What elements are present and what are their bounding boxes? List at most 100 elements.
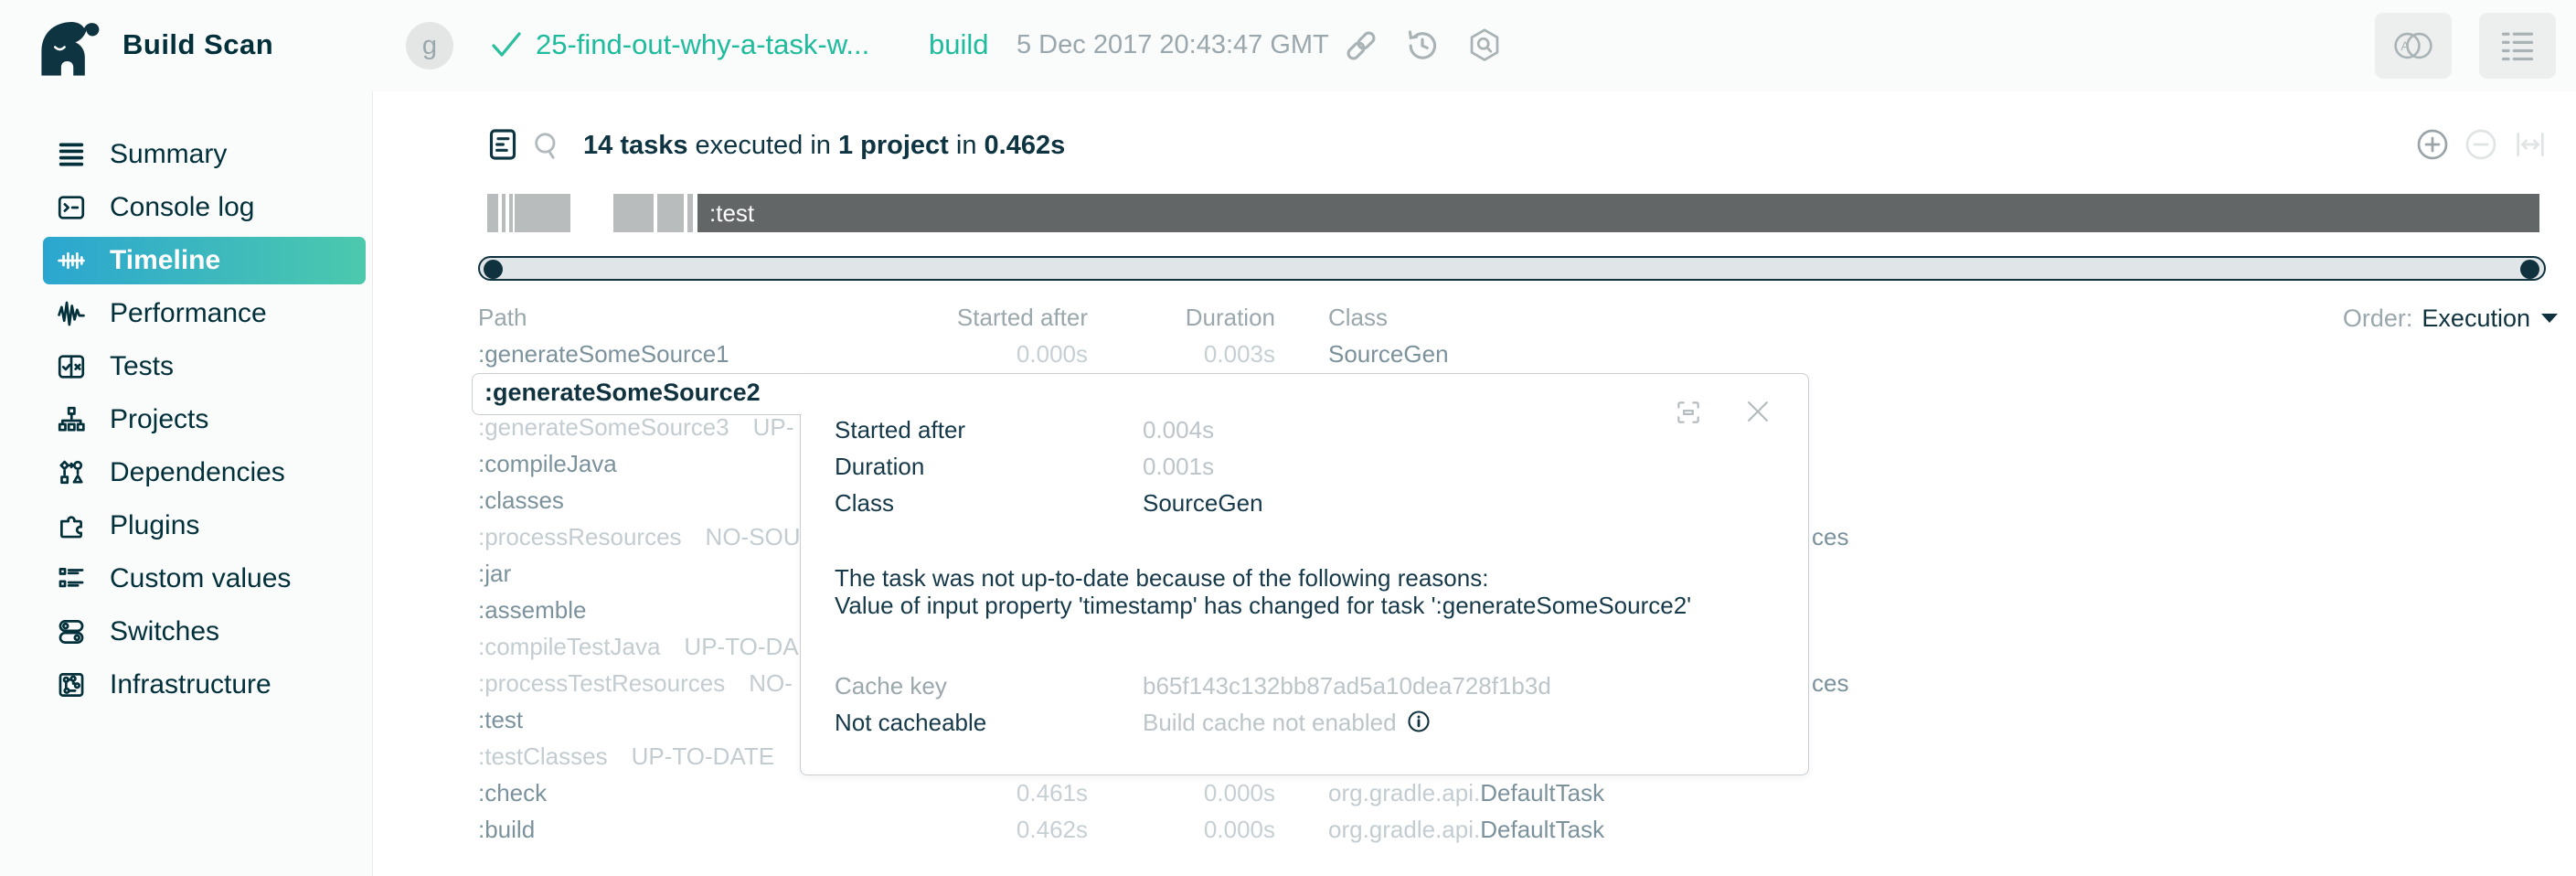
- search-tasks-icon[interactable]: [528, 127, 565, 168]
- slider-handle-right[interactable]: [2520, 260, 2539, 279]
- slider-handle-left[interactable]: [484, 260, 503, 279]
- not-up-to-date-reasons: The task was not up-to-date because of t…: [835, 564, 1691, 619]
- sidebar-label: Infrastructure: [110, 669, 271, 700]
- sidebar-item-switches[interactable]: Switches: [43, 608, 366, 656]
- timeline-icon: [55, 244, 88, 277]
- sidebar-label: Switches: [110, 616, 219, 647]
- detail-row: Started after 0.004s: [801, 416, 1808, 443]
- sidebar: Summary Console log Timeline Performance…: [0, 91, 373, 876]
- plugins-icon: [55, 509, 88, 542]
- sidebar-item-console-log[interactable]: Console log: [43, 184, 366, 231]
- task-filter-icon[interactable]: [484, 125, 521, 168]
- cache-key-label: Cache key: [835, 672, 947, 700]
- timeline-bar-segment[interactable]: [487, 194, 498, 232]
- task-path[interactable]: :test: [478, 705, 523, 734]
- tests-icon: [55, 350, 88, 383]
- task-duration: 0.000s: [1056, 778, 1275, 807]
- detail-row: Class SourceGen: [801, 489, 1808, 517]
- detail-label: Class: [835, 489, 894, 517]
- history-icon[interactable]: [1400, 26, 1444, 70]
- console-icon: [55, 191, 88, 224]
- zoom-out-button[interactable]: [2463, 126, 2499, 167]
- task-path[interactable]: :assemble: [478, 595, 587, 625]
- cacheability-label: Not cacheable: [835, 709, 986, 736]
- sidebar-item-dependencies[interactable]: Dependencies: [43, 449, 366, 497]
- avatar[interactable]: g: [406, 22, 453, 69]
- sidebar-item-projects[interactable]: Projects: [43, 396, 366, 443]
- task-path[interactable]: :compileTestJavaUP-TO-DA: [478, 632, 799, 661]
- fit-width-button[interactable]: [2512, 126, 2549, 167]
- task-path[interactable]: :classes: [478, 486, 564, 515]
- task-path[interactable]: :build: [478, 815, 535, 844]
- task-path[interactable]: :processResourcesNO-SOU: [478, 522, 801, 551]
- task-started: 0.462s: [868, 815, 1088, 844]
- cacheability-value: Build cache not enabled: [1143, 709, 1432, 740]
- task-class: org.gradle.api.DefaultTask: [1328, 778, 1604, 807]
- task-path[interactable]: :generateSomeSource1: [478, 339, 729, 369]
- cache-key-value: b65f143c132bb87ad5a10dea728f1b3d: [1143, 672, 1551, 700]
- sidebar-item-performance[interactable]: Performance: [43, 290, 366, 337]
- sidebar-label: Custom values: [110, 563, 291, 594]
- cacheability-row: Not cacheable Build cache not enabled: [801, 709, 1808, 736]
- task-started: 0.000s: [868, 339, 1088, 369]
- info-icon[interactable]: [1406, 709, 1432, 740]
- build-task-link[interactable]: build: [929, 28, 989, 61]
- task-class-fragment: ces: [1812, 522, 1848, 551]
- timeline-bars: :test: [478, 194, 2546, 232]
- task-status: UP-TO-DATE: [632, 742, 774, 770]
- zoom-in-button[interactable]: [2414, 126, 2451, 167]
- custom-values-icon: [55, 562, 88, 595]
- timeline-range-slider[interactable]: [478, 256, 2546, 281]
- task-path[interactable]: :jar: [478, 559, 511, 588]
- task-path[interactable]: :check: [478, 778, 547, 807]
- scan-search-icon[interactable]: [1463, 26, 1506, 70]
- projects-icon: [55, 403, 88, 436]
- column-header-duration: Duration: [1056, 303, 1275, 332]
- sidebar-label: Projects: [110, 404, 208, 435]
- timeline-bar-segment[interactable]: [613, 194, 654, 232]
- task-path[interactable]: :testClassesUP-TO-DATE: [478, 742, 774, 771]
- top-bar: Build Scan g 25-find-out-why-a-task-w...…: [0, 0, 2576, 91]
- task-class: org.gradle.api.DefaultTask: [1328, 815, 1604, 844]
- sidebar-item-infrastructure[interactable]: Infrastructure: [43, 661, 366, 709]
- timeline-bar-segment[interactable]: [509, 194, 513, 232]
- task-path[interactable]: :generateSomeSource3UP-: [478, 412, 793, 442]
- build-name-link[interactable]: 25-find-out-why-a-task-w...: [536, 28, 869, 61]
- order-dropdown[interactable]: Order: Execution: [2343, 303, 2560, 334]
- sidebar-label: Plugins: [110, 510, 199, 541]
- sidebar-item-tests[interactable]: Tests: [43, 343, 366, 390]
- timeline-bar-test[interactable]: :test: [697, 194, 2539, 232]
- reason-line: Value of input property 'timestamp' has …: [835, 592, 1691, 619]
- task-duration: 0.003s: [1056, 339, 1275, 369]
- task-detail-popup: Started after 0.004s Duration 0.001s Cla…: [800, 373, 1809, 775]
- build-success-check-icon: [490, 31, 523, 63]
- task-duration: 0.000s: [1056, 815, 1275, 844]
- timeline-bar-segment[interactable]: [502, 194, 506, 232]
- sidebar-item-custom-values[interactable]: Custom values: [43, 555, 366, 603]
- column-header-started-after: Started after: [868, 303, 1088, 332]
- order-value: Execution: [2422, 304, 2530, 333]
- popup-title: :generateSomeSource2: [484, 379, 761, 407]
- sidebar-item-summary[interactable]: Summary: [43, 131, 366, 178]
- sidebar-item-plugins[interactable]: Plugins: [43, 502, 366, 550]
- performance-icon: [55, 297, 88, 330]
- sidebar-item-timeline[interactable]: Timeline: [43, 237, 366, 284]
- sidebar-label: Summary: [110, 139, 227, 170]
- infrastructure-icon: [55, 668, 88, 701]
- sidebar-label: Timeline: [110, 245, 220, 276]
- dependencies-icon: [55, 456, 88, 489]
- compare-builds-button[interactable]: A: [2375, 13, 2452, 79]
- app-title: Build Scan: [122, 28, 273, 61]
- task-path[interactable]: :compileJava: [478, 449, 617, 478]
- order-label: Order:: [2343, 304, 2413, 333]
- task-status: NO-SOU: [706, 523, 801, 550]
- detail-label: Duration: [835, 453, 924, 480]
- task-path[interactable]: :processTestResourcesNO-: [478, 668, 793, 698]
- task-status: NO-: [749, 669, 793, 697]
- switches-icon: [55, 615, 88, 648]
- timeline-bar-segment[interactable]: [657, 194, 684, 232]
- timeline-bar-segment[interactable]: [515, 194, 570, 232]
- task-list-button[interactable]: [2479, 13, 2556, 79]
- share-link-icon[interactable]: [1339, 26, 1383, 70]
- timeline-bar-segment[interactable]: [687, 194, 693, 232]
